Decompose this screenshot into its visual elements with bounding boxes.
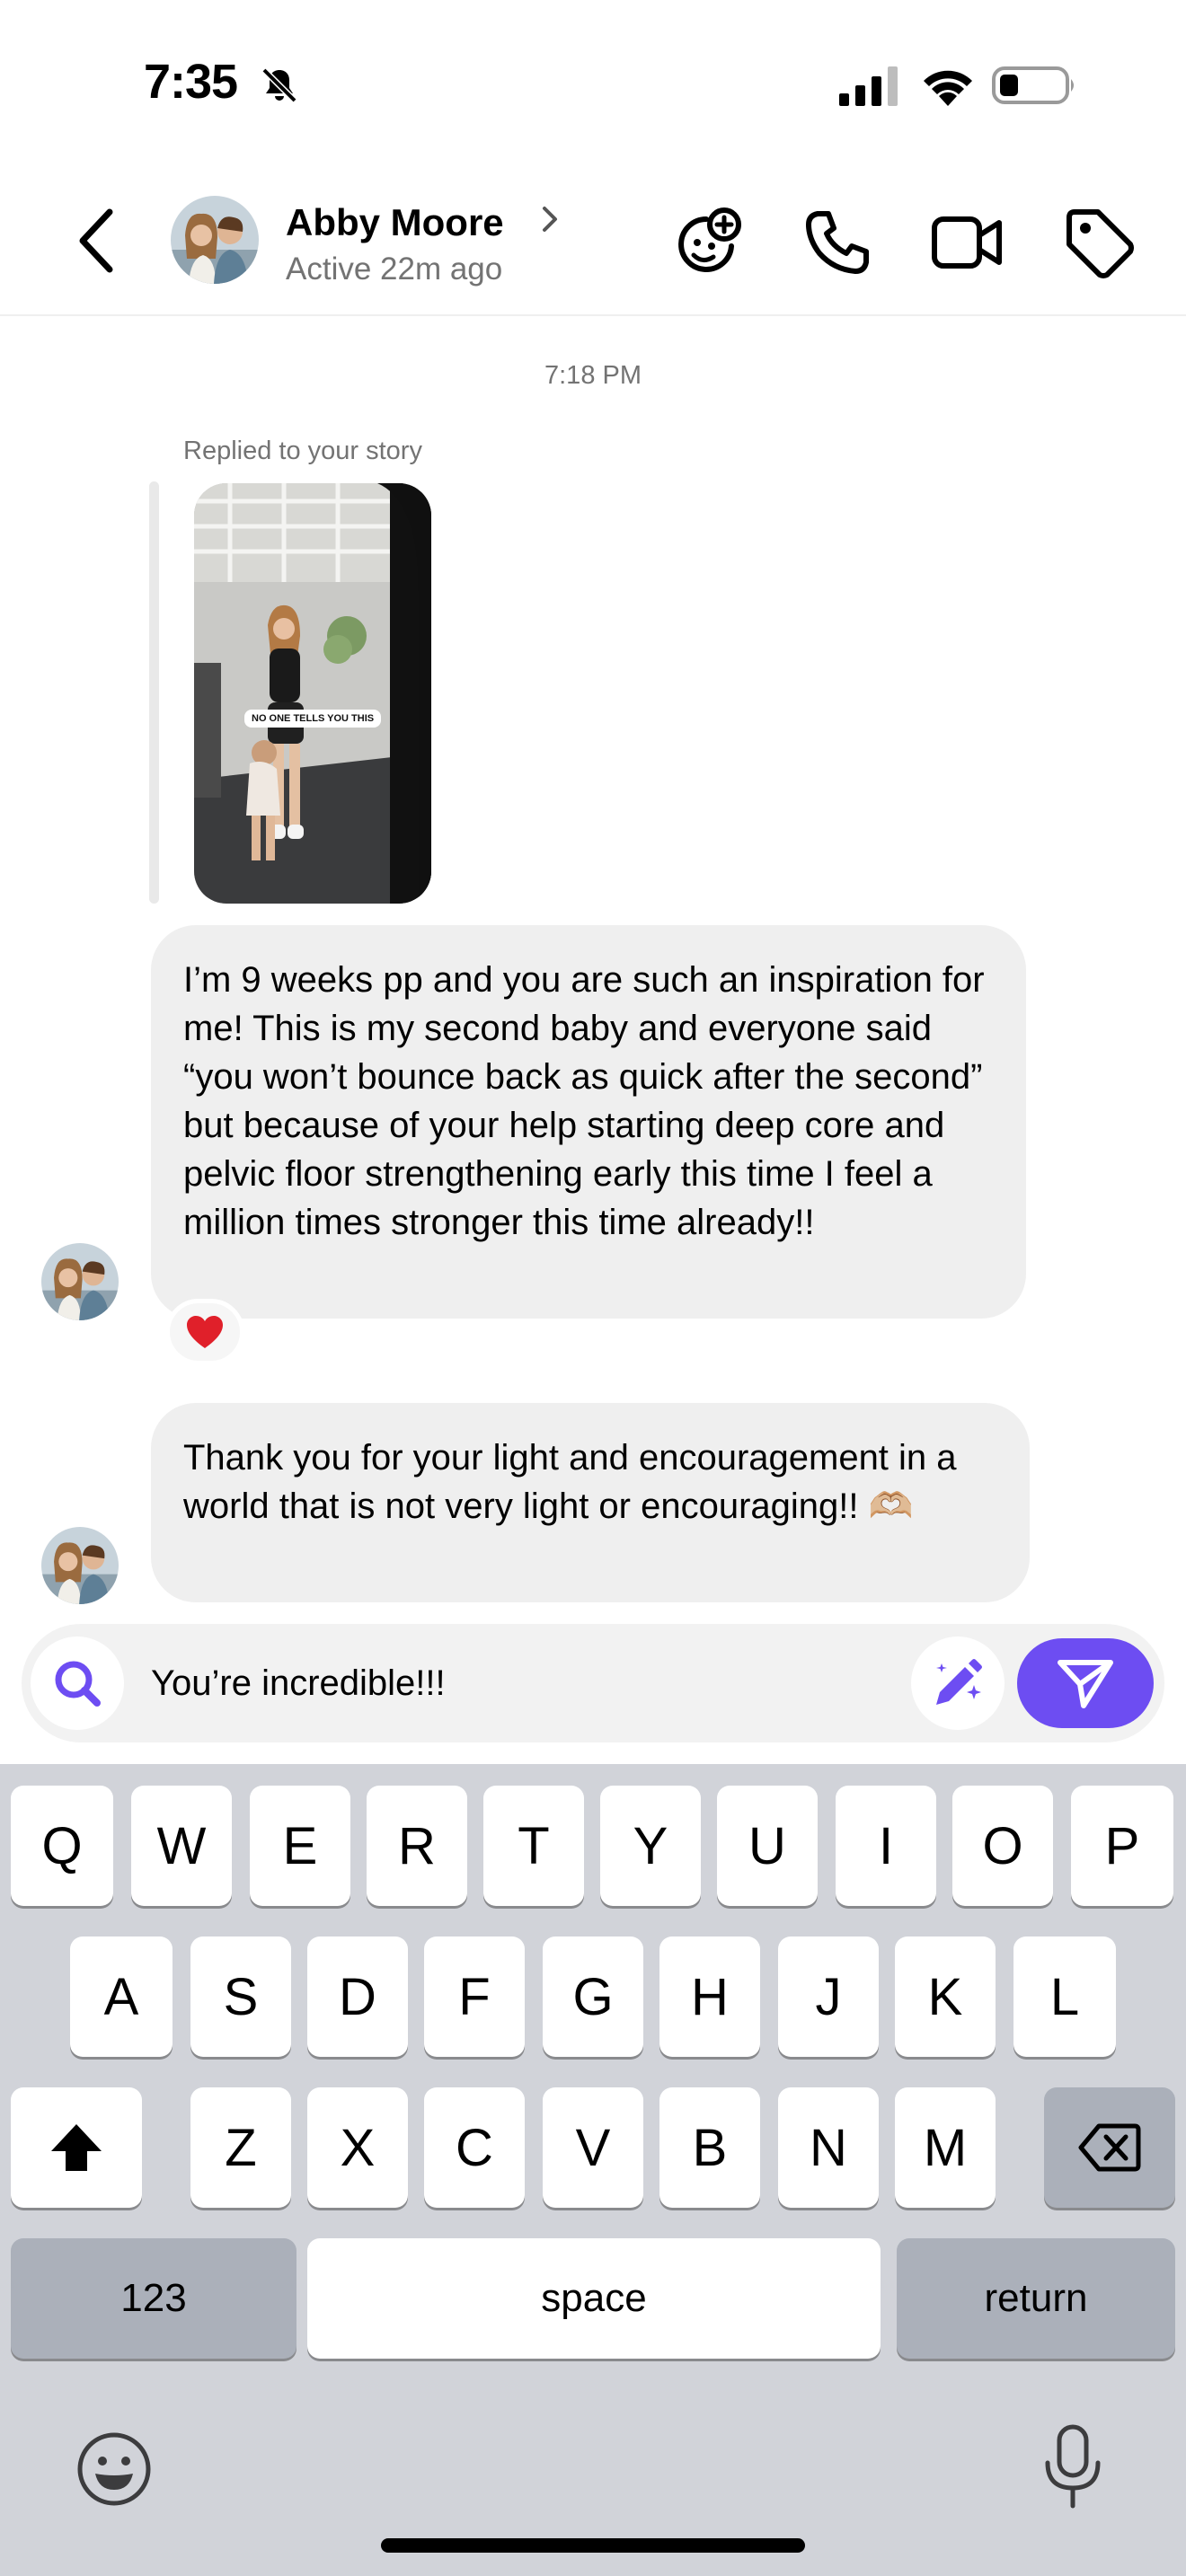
chevron-left-icon[interactable] bbox=[72, 205, 122, 277]
heart-icon bbox=[187, 1316, 223, 1348]
numbers-key[interactable]: 123 bbox=[11, 2238, 296, 2359]
key-r[interactable]: R bbox=[367, 1786, 467, 1906]
key-x[interactable]: X bbox=[307, 2087, 408, 2208]
key-g[interactable]: G bbox=[543, 1936, 643, 2057]
reply-indicator-bar bbox=[149, 481, 159, 904]
send-button[interactable] bbox=[1017, 1638, 1154, 1728]
message-bubble[interactable]: I’m 9 weeks pp and you are such an inspi… bbox=[151, 925, 1026, 1319]
status-bar: 7:35 bbox=[0, 0, 1186, 171]
key-o[interactable]: O bbox=[952, 1786, 1053, 1906]
bell-slash-icon bbox=[261, 67, 297, 103]
status-time: 7:35 bbox=[144, 55, 238, 109]
key-m[interactable]: M bbox=[895, 2087, 996, 2208]
key-b[interactable]: B bbox=[659, 2087, 760, 2208]
key-h[interactable]: H bbox=[659, 1936, 760, 2057]
message-input[interactable] bbox=[151, 1654, 870, 1712]
phone-icon[interactable] bbox=[800, 205, 875, 280]
video-call-icon[interactable] bbox=[929, 205, 1005, 280]
key-i[interactable]: I bbox=[836, 1786, 936, 1906]
microphone-icon[interactable] bbox=[1035, 2422, 1111, 2511]
key-l[interactable]: L bbox=[1013, 1936, 1116, 2057]
key-a[interactable]: A bbox=[70, 1936, 173, 2057]
wifi-icon bbox=[924, 70, 972, 106]
sender-avatar[interactable] bbox=[41, 1243, 119, 1320]
key-z[interactable]: Z bbox=[190, 2087, 291, 2208]
contact-active-status: Active 22m ago bbox=[286, 251, 503, 287]
shift-key[interactable] bbox=[11, 2087, 142, 2208]
cellular-signal-icon bbox=[839, 66, 898, 106]
key-t[interactable]: T bbox=[483, 1786, 584, 1906]
effects-face-icon[interactable] bbox=[670, 205, 746, 280]
key-n[interactable]: N bbox=[778, 2087, 879, 2208]
return-key[interactable]: return bbox=[897, 2238, 1175, 2359]
message-composer bbox=[22, 1624, 1164, 1742]
key-s[interactable]: S bbox=[190, 1936, 291, 2057]
key-f[interactable]: F bbox=[424, 1936, 525, 2057]
key-c[interactable]: C bbox=[424, 2087, 525, 2208]
message-bubble[interactable]: Thank you for your light and encourageme… bbox=[151, 1403, 1030, 1602]
on-screen-keyboard: Q W E R T Y U I O P A S D F G H J K L Z … bbox=[0, 1764, 1186, 2576]
message-timestamp: 7:18 PM bbox=[544, 361, 642, 390]
key-e[interactable]: E bbox=[250, 1786, 350, 1906]
send-icon bbox=[1058, 1660, 1113, 1708]
key-w[interactable]: W bbox=[131, 1786, 232, 1906]
ai-edit-button[interactable] bbox=[911, 1636, 1005, 1730]
story-sticker-text: NO ONE TELLS YOU THIS bbox=[244, 710, 382, 728]
heart-reaction[interactable] bbox=[165, 1299, 244, 1365]
shift-icon bbox=[51, 2124, 102, 2171]
ai-edit-icon bbox=[936, 1659, 982, 1705]
tag-icon[interactable] bbox=[1060, 205, 1136, 280]
key-u[interactable]: U bbox=[717, 1786, 818, 1906]
contact-name[interactable]: Abby Moore bbox=[286, 201, 504, 244]
home-indicator[interactable] bbox=[381, 2538, 805, 2553]
contact-avatar[interactable] bbox=[171, 196, 259, 284]
key-y[interactable]: Y bbox=[600, 1786, 701, 1906]
key-q[interactable]: Q bbox=[11, 1786, 113, 1906]
key-p[interactable]: P bbox=[1071, 1786, 1173, 1906]
story-thumbnail[interactable]: NO ONE TELLS YOU THIS bbox=[194, 483, 431, 904]
search-button[interactable] bbox=[31, 1636, 124, 1730]
key-d[interactable]: D bbox=[307, 1936, 408, 2057]
key-v[interactable]: V bbox=[543, 2087, 643, 2208]
conversation-header: Abby Moore Active 22m ago bbox=[0, 171, 1186, 316]
delete-key[interactable] bbox=[1044, 2087, 1175, 2208]
replied-to-story-label: Replied to your story bbox=[183, 437, 422, 465]
search-icon bbox=[55, 1661, 101, 1707]
space-key[interactable]: space bbox=[307, 2238, 881, 2359]
chevron-right-icon[interactable] bbox=[539, 201, 561, 237]
key-k[interactable]: K bbox=[895, 1936, 996, 2057]
battery-icon bbox=[992, 66, 1074, 104]
emoji-icon[interactable] bbox=[75, 2430, 153, 2508]
sender-avatar[interactable] bbox=[41, 1527, 119, 1604]
delete-icon bbox=[1078, 2123, 1141, 2172]
key-j[interactable]: J bbox=[778, 1936, 879, 2057]
